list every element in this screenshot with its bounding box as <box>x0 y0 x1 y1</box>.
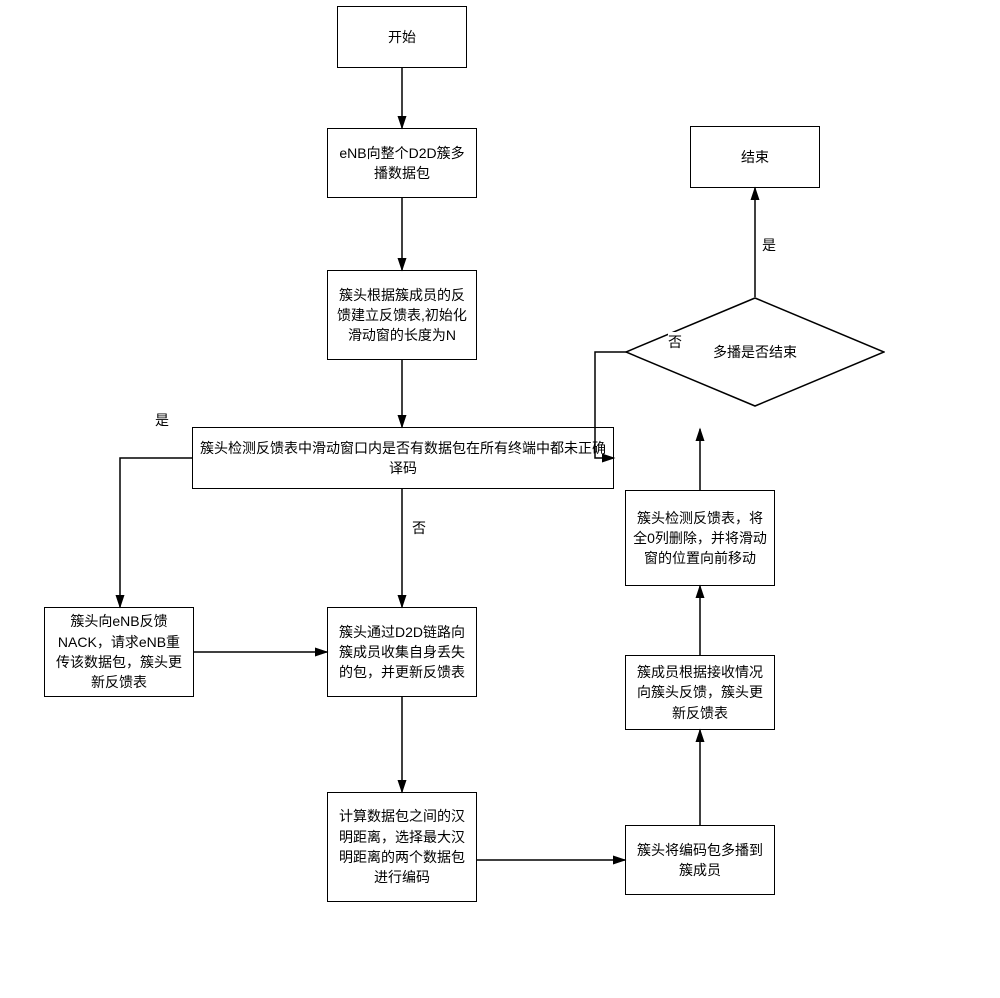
node-start-text: 开始 <box>388 27 416 47</box>
node-init-feedback: 簇头根据簇成员的反馈建立反馈表,初始化滑动窗的长度为N <box>327 270 477 360</box>
node-decision-end-text: 多播是否结束 <box>713 342 797 362</box>
node-slide-window: 簇头检测反馈表，将全0列删除，并将滑动窗的位置向前移动 <box>625 490 775 586</box>
node-collect-lost-text: 簇头通过D2D链路向簇成员收集自身丢失的包，并更新反馈表 <box>334 622 470 683</box>
label-no-down: 否 <box>412 518 426 538</box>
node-slide-window-text: 簇头检测反馈表，将全0列删除，并将滑动窗的位置向前移动 <box>632 508 768 569</box>
label-yes-left: 是 <box>155 410 169 430</box>
label-yes-up: 是 <box>762 235 776 255</box>
node-multicast-encoded-text: 簇头将编码包多播到簇成员 <box>632 840 768 881</box>
node-end: 结束 <box>690 126 820 188</box>
node-start: 开始 <box>337 6 467 68</box>
node-collect-lost: 簇头通过D2D链路向簇成员收集自身丢失的包，并更新反馈表 <box>327 607 477 697</box>
node-decision-end: 多播是否结束 <box>625 297 885 407</box>
node-init-feedback-text: 簇头根据簇成员的反馈建立反馈表,初始化滑动窗的长度为N <box>334 285 470 346</box>
connectors <box>0 0 1000 998</box>
node-decision-decode: 簇头检测反馈表中滑动窗口内是否有数据包在所有终端中都未正确译码 <box>192 427 614 489</box>
node-end-text: 结束 <box>741 147 769 167</box>
node-member-feedback: 簇成员根据接收情况向簇头反馈，簇头更新反馈表 <box>625 655 775 730</box>
node-member-feedback-text: 簇成员根据接收情况向簇头反馈，簇头更新反馈表 <box>632 662 768 723</box>
node-nack-text: 簇头向eNB反馈NACK，请求eNB重传该数据包，簇头更新反馈表 <box>51 611 187 692</box>
node-multicast-encoded: 簇头将编码包多播到簇成员 <box>625 825 775 895</box>
node-enb-multicast: eNB向整个D2D簇多播数据包 <box>327 128 477 198</box>
node-hamming: 计算数据包之间的汉明距离，选择最大汉明距离的两个数据包进行编码 <box>327 792 477 902</box>
node-decision-decode-text: 簇头检测反馈表中滑动窗口内是否有数据包在所有终端中都未正确译码 <box>199 438 607 479</box>
flowchart-canvas: 开始 eNB向整个D2D簇多播数据包 簇头根据簇成员的反馈建立反馈表,初始化滑动… <box>0 0 1000 998</box>
node-nack: 簇头向eNB反馈NACK，请求eNB重传该数据包，簇头更新反馈表 <box>44 607 194 697</box>
node-enb-multicast-text: eNB向整个D2D簇多播数据包 <box>334 143 470 184</box>
node-hamming-text: 计算数据包之间的汉明距离，选择最大汉明距离的两个数据包进行编码 <box>334 806 470 887</box>
label-no-left-loop: 否 <box>668 332 682 352</box>
